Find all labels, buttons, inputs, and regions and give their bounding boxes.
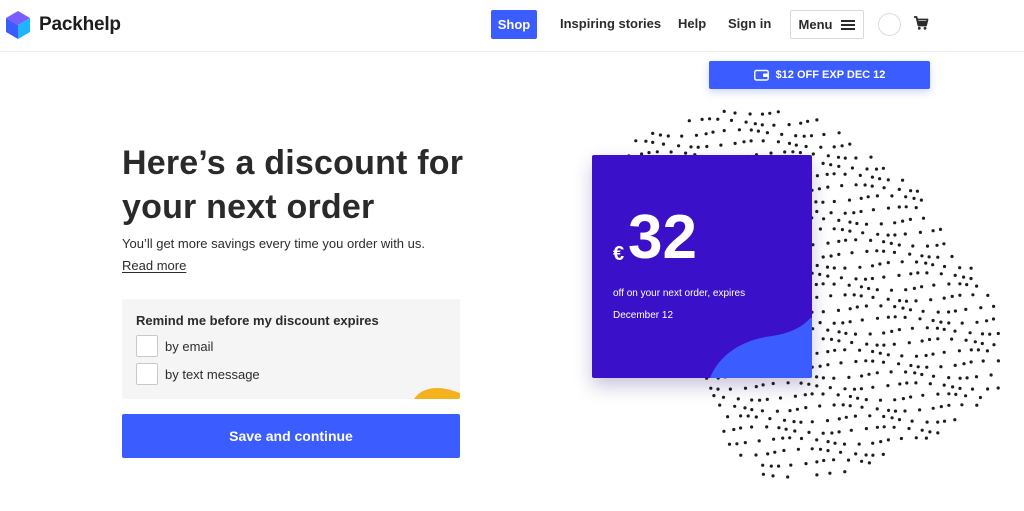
card-amount: 32 [628,203,697,272]
sms-checkbox[interactable] [136,363,158,385]
remind-panel: Remind me before my discount expires by … [122,299,460,399]
card-wave-decoration [710,318,812,378]
nav-inspiring-stories-link[interactable]: Inspiring stories [560,16,661,31]
nav-shop-button[interactable]: Shop [491,10,537,39]
promo-label: $12 OFF EXP DEC 12 [775,69,886,81]
hamburger-icon [841,19,856,30]
brand-name: Packhelp [39,14,121,35]
wallet-icon [753,69,769,81]
avatar-icon[interactable] [878,13,901,36]
discount-promo-banner[interactable]: $12 OFF EXP DEC 12 [709,61,930,89]
save-and-continue-button[interactable]: Save and continue [122,414,460,458]
cart-icon[interactable] [913,15,929,36]
decorative-blob [414,388,460,399]
nav-help-link[interactable]: Help [678,16,706,31]
card-currency: € [613,243,625,265]
card-description: off on your next order, expires [613,288,746,299]
email-checkbox[interactable] [136,335,158,357]
page-title: Here’s a discount for your next order [122,144,464,226]
page-subtitle: You’ll get more savings every time you o… [122,236,425,251]
nav-sign-in-link[interactable]: Sign in [728,16,771,31]
remind-email-option[interactable]: by email [136,335,213,357]
remind-sms-option[interactable]: by text message [136,363,260,385]
sms-option-label: by text message [165,366,260,382]
menu-button[interactable]: Menu [790,10,864,39]
menu-label: Menu [798,17,833,32]
site-header: Packhelp Shop Inspiring stories Help Sig… [0,0,1024,52]
discount-card: € 32 off on your next order, expires Dec… [592,155,812,378]
remind-title: Remind me before my discount expires [136,313,379,328]
email-option-label: by email [165,338,214,354]
packhelp-logo-icon [6,11,30,39]
read-more-link[interactable]: Read more [122,258,186,273]
brand-logo[interactable]: Packhelp [5,10,121,40]
